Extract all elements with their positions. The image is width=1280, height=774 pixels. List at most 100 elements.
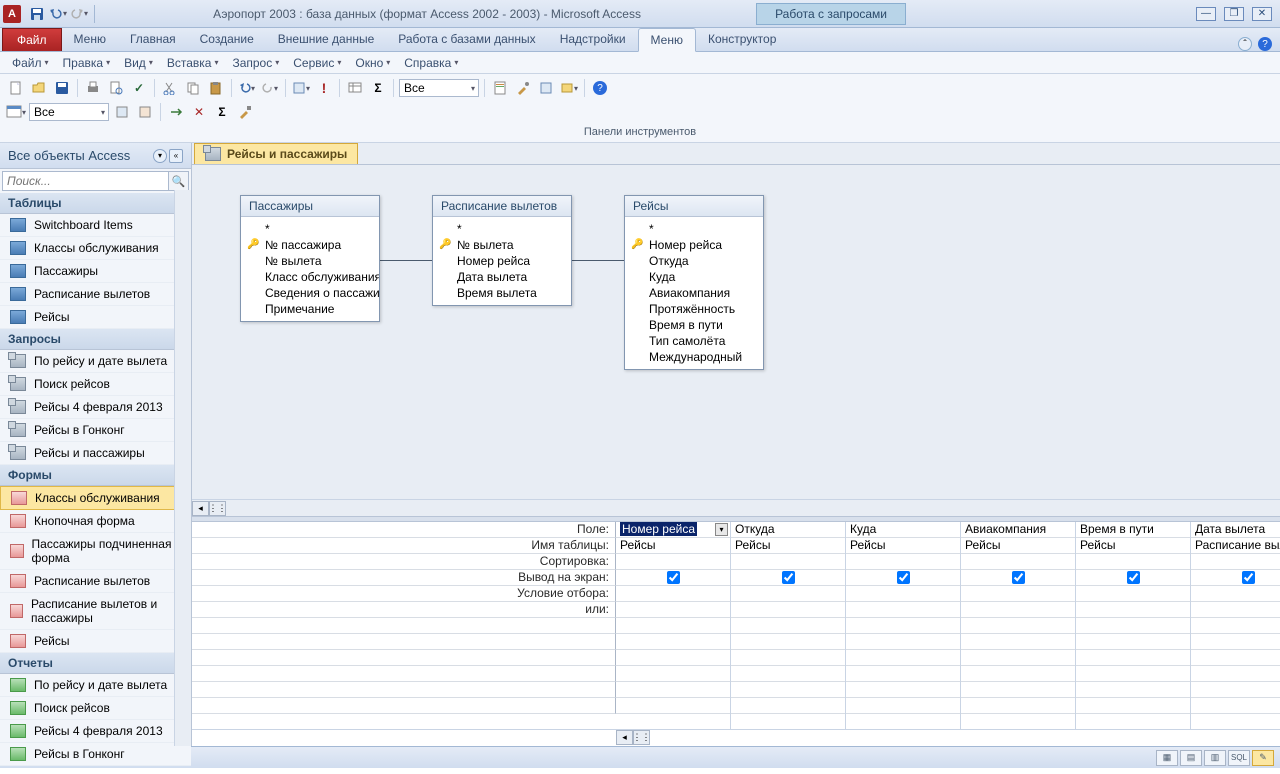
- qbe-criteria-cell[interactable]: [846, 682, 960, 698]
- properties-icon[interactable]: [490, 78, 510, 98]
- field-row[interactable]: *: [241, 221, 379, 237]
- nav-item[interactable]: Рейсы в Гонконг: [0, 419, 191, 442]
- show-checkbox[interactable]: [782, 571, 795, 584]
- ribbon-tab[interactable]: Меню: [638, 28, 696, 52]
- nav-item[interactable]: Классы обслуживания: [0, 486, 191, 510]
- qbe-criteria-cell[interactable]: [616, 602, 730, 618]
- save-icon[interactable]: [28, 5, 46, 23]
- nav-header[interactable]: Все объекты Access ▾ «: [0, 143, 191, 169]
- pivot-view-icon[interactable]: ▤: [1180, 750, 1202, 766]
- chart-view-icon[interactable]: ▥: [1204, 750, 1226, 766]
- cut-icon[interactable]: [160, 78, 180, 98]
- nav-group-header[interactable]: Формыˆ: [0, 465, 191, 486]
- qbe-criteria-cell[interactable]: [961, 682, 1075, 698]
- nav-item[interactable]: Классы обслуживания: [0, 237, 191, 260]
- qbe-criteria-cell[interactable]: [1191, 698, 1280, 714]
- nav-item[interactable]: Расписание вылетов и пассажиры: [0, 593, 191, 630]
- spelling-icon[interactable]: ✓: [129, 78, 149, 98]
- minimize-ribbon-icon[interactable]: ˆ: [1238, 37, 1252, 51]
- qbe-table-cell[interactable]: Рейсы: [1076, 538, 1190, 554]
- nav-item[interactable]: Пассажиры: [0, 260, 191, 283]
- design-view-icon[interactable]: ✎: [1252, 750, 1274, 766]
- qbe-column[interactable]: КудаРейсы: [846, 522, 961, 729]
- qbe-criteria-cell[interactable]: [731, 682, 845, 698]
- qbe-show-cell[interactable]: [731, 570, 845, 586]
- redo-icon[interactable]: ▾: [70, 5, 88, 23]
- nav-scrollbar[interactable]: [174, 190, 191, 746]
- qbe-show-cell[interactable]: [1191, 570, 1280, 586]
- show-checkbox[interactable]: [667, 571, 680, 584]
- tool-icon-2[interactable]: [135, 102, 155, 122]
- redo-icon[interactable]: ▾: [260, 78, 280, 98]
- nav-item[interactable]: Рейсы: [0, 306, 191, 329]
- nav-dropdown-icon[interactable]: ▾: [153, 149, 167, 163]
- help-icon[interactable]: ?: [1258, 37, 1272, 51]
- qbe-criteria-cell[interactable]: [846, 666, 960, 682]
- scroll-split-icon[interactable]: ⋮⋮: [209, 501, 226, 516]
- qbe-criteria-cell[interactable]: [846, 698, 960, 714]
- field-row[interactable]: Протяжённость: [625, 301, 763, 317]
- qbe-criteria-cell[interactable]: [731, 650, 845, 666]
- field-row[interactable]: Дата вылета: [433, 269, 571, 285]
- menu-item[interactable]: Вставка ▾: [161, 54, 225, 72]
- qbe-criteria-cell[interactable]: [1076, 650, 1190, 666]
- qbe-criteria-cell[interactable]: [1191, 602, 1280, 618]
- qbe-column[interactable]: Время в путиРейсы: [1076, 522, 1191, 729]
- qbe-criteria-cell[interactable]: [1076, 602, 1190, 618]
- field-row[interactable]: Сведения о пассажире: [241, 285, 379, 301]
- show-table-icon[interactable]: [345, 78, 365, 98]
- diagram-hscroll[interactable]: ◂ ⋮⋮ ▸: [192, 499, 1280, 516]
- qbe-field-cell[interactable]: Время в пути: [1076, 522, 1190, 538]
- nav-item[interactable]: Поиск рейсов: [0, 697, 191, 720]
- nav-item[interactable]: Кнопочная форма: [0, 510, 191, 533]
- qbe-field-cell[interactable]: Номер рейса▾: [616, 522, 730, 538]
- nav-item[interactable]: Расписание вылетов: [0, 570, 191, 593]
- qbe-column[interactable]: Номер рейса▾Рейсы: [616, 522, 731, 729]
- scroll-left-icon[interactable]: ◂: [192, 501, 209, 516]
- field-row[interactable]: *: [433, 221, 571, 237]
- scroll-left-icon[interactable]: ◂: [616, 730, 633, 745]
- nav-item[interactable]: Рейсы: [0, 630, 191, 653]
- qbe-criteria-cell[interactable]: [961, 666, 1075, 682]
- ribbon-tab[interactable]: Внешние данные: [266, 28, 387, 51]
- qbe-criteria-cell[interactable]: [1191, 682, 1280, 698]
- field-row[interactable]: *: [625, 221, 763, 237]
- qbe-criteria-cell[interactable]: [616, 650, 730, 666]
- field-row[interactable]: Примечание: [241, 301, 379, 317]
- qbe-criteria-cell[interactable]: [961, 650, 1075, 666]
- qbe-criteria-cell[interactable]: [961, 618, 1075, 634]
- qbe-criteria-cell[interactable]: [616, 682, 730, 698]
- qbe-criteria-cell[interactable]: [1191, 586, 1280, 602]
- open-icon[interactable]: [29, 78, 49, 98]
- nav-item[interactable]: Switchboard Items: [0, 214, 191, 237]
- menu-item[interactable]: Правка ▾: [57, 54, 117, 72]
- qbe-criteria-cell[interactable]: [1076, 618, 1190, 634]
- qbe-criteria-cell[interactable]: [961, 602, 1075, 618]
- search-input[interactable]: [2, 171, 169, 191]
- field-row[interactable]: Откуда: [625, 253, 763, 269]
- menu-item[interactable]: Вид ▾: [118, 54, 159, 72]
- qbe-criteria-cell[interactable]: [846, 618, 960, 634]
- new-object-icon[interactable]: ▾: [559, 78, 579, 98]
- nav-item[interactable]: Расписание вылетов: [0, 283, 191, 306]
- show-checkbox[interactable]: [897, 571, 910, 584]
- field-row[interactable]: Тип самолёта: [625, 333, 763, 349]
- table-box[interactable]: Пассажиры*🔑№ пассажира№ вылетаКласс обсл…: [240, 195, 380, 322]
- database-window-icon[interactable]: [536, 78, 556, 98]
- nav-item[interactable]: По рейсу и дате вылета: [0, 674, 191, 697]
- qbe-sort-cell[interactable]: [731, 554, 845, 570]
- qbe-show-cell[interactable]: [846, 570, 960, 586]
- query-type-icon[interactable]: ▾: [291, 78, 311, 98]
- nav-item[interactable]: Пассажиры подчиненная форма: [0, 533, 191, 570]
- help-icon[interactable]: ?: [590, 78, 610, 98]
- nav-item[interactable]: По рейсу и дате вылета: [0, 350, 191, 373]
- nav-item[interactable]: Рейсы 4 февраля 2013: [0, 720, 191, 743]
- tool-icon-4[interactable]: ✕: [189, 102, 209, 122]
- table-box[interactable]: Расписание вылетов*🔑№ вылетаНомер рейсаД…: [432, 195, 572, 306]
- qbe-criteria-cell[interactable]: [846, 650, 960, 666]
- field-row[interactable]: 🔑№ вылета: [433, 237, 571, 253]
- field-row[interactable]: Международный: [625, 349, 763, 365]
- nav-item[interactable]: Поиск рейсов: [0, 373, 191, 396]
- nav-collapse-icon[interactable]: «: [169, 149, 183, 163]
- qbe-criteria-cell[interactable]: [731, 698, 845, 714]
